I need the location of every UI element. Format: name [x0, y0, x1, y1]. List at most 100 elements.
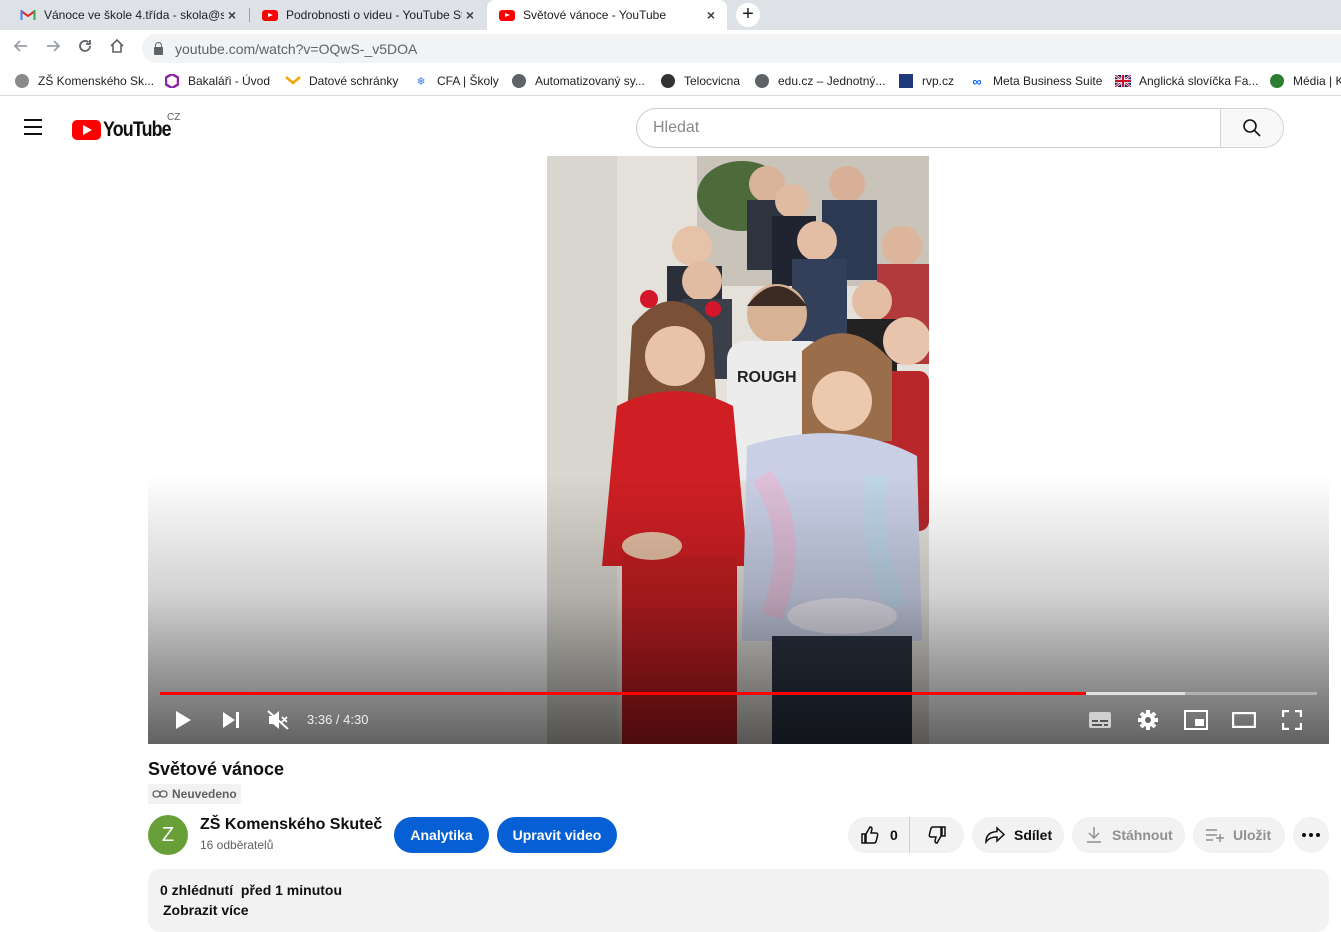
leaf-icon [1269, 73, 1285, 89]
address-bar[interactable]: youtube.com/watch?v=OQwS-_v5DOA [142, 34, 1341, 63]
visibility-label: Neuvedeno [172, 787, 237, 801]
youtube-logo[interactable]: YouTube CZ [72, 112, 183, 142]
miniplayer-icon [1184, 710, 1208, 730]
gmail-icon [20, 7, 36, 23]
bookmark-item[interactable]: Telocvicna [660, 72, 740, 90]
bookmark-item[interactable]: Média | K [1269, 72, 1341, 90]
save-label: Uložit [1233, 827, 1272, 843]
bookmark-label: Média | K [1293, 74, 1341, 88]
home-button[interactable] [104, 36, 130, 62]
close-tab-icon[interactable]: × [703, 7, 719, 23]
reload-button[interactable] [72, 36, 98, 62]
svg-text:ROUGH: ROUGH [737, 369, 797, 386]
search-icon [1243, 119, 1261, 137]
share-button[interactable]: Sdílet [972, 817, 1064, 853]
like-button[interactable]: 0 [848, 817, 910, 853]
more-actions-button[interactable] [1293, 817, 1329, 853]
publish-date: před 1 minutou [240, 882, 343, 898]
globe-icon [511, 73, 527, 89]
tab-title: Světové vánoce - YouTube [523, 8, 666, 22]
bookmark-item[interactable]: edu.cz – Jednotný... [754, 72, 885, 90]
skip-next-icon [223, 712, 239, 728]
uk-flag-icon [1115, 73, 1131, 89]
reload-icon [79, 40, 91, 52]
youtube-icon [499, 7, 515, 23]
bookmark-item[interactable]: ❄ CFA | Školy [413, 72, 499, 90]
fullscreen-button[interactable] [1278, 706, 1306, 734]
bookmark-label: ZŠ Komenského Sk... [38, 74, 155, 88]
browser-tab-studio[interactable]: Podrobnosti o videu - YouTube St × [250, 0, 486, 30]
snowflake-icon: ❄ [416, 75, 426, 88]
menu-icon[interactable] [24, 119, 48, 135]
browser-toolbar: youtube.com/watch?v=OQwS-_v5DOA [0, 30, 1341, 67]
lock-icon [154, 41, 163, 55]
dislike-button[interactable] [910, 817, 964, 853]
settings-button[interactable] [1134, 706, 1162, 734]
analytics-button[interactable]: Analytika [394, 817, 489, 853]
video-player[interactable]: ROUGH 3:36 / 4:30 [148, 156, 1329, 744]
forward-button[interactable] [40, 36, 66, 62]
time-display: 3:36 / 4:30 [307, 712, 369, 727]
video-title: Světové vánoce [148, 759, 285, 779]
like-dislike-group: 0 [848, 817, 964, 853]
thumbs-down-icon [928, 826, 946, 844]
bookmark-item[interactable]: ∞ Meta Business Suite [969, 72, 1102, 90]
more-horizontal-icon [1302, 833, 1320, 837]
bookmark-item[interactable]: rvp.cz [898, 72, 954, 90]
gear-icon [1138, 710, 1158, 730]
edit-video-button[interactable]: Upravit video [497, 817, 617, 853]
camera-icon [660, 73, 676, 89]
bookmark-label: Anglická slovíčka Fa... [1139, 74, 1259, 88]
play-button[interactable] [170, 706, 196, 734]
bookmark-label: Telocvicna [684, 74, 741, 88]
close-tab-icon[interactable]: × [224, 7, 240, 23]
bookmarks-bar: ZŠ Komenského Sk... Bakaláři - Úvod Dato… [0, 67, 1341, 96]
save-button[interactable]: Uložit [1193, 817, 1285, 853]
bookmark-label: Bakaláři - Úvod [188, 74, 271, 88]
next-button[interactable] [218, 706, 244, 734]
back-button[interactable] [8, 36, 34, 62]
logo-text: YouTube [103, 118, 172, 141]
tab-title: Vánoce ve škole 4.třída - skola@s [44, 8, 224, 22]
share-label: Sdílet [1014, 827, 1053, 843]
description-box[interactable]: 0 zhlédnutí před 1 minutou Zobrazit více [148, 869, 1329, 932]
channel-avatar[interactable]: Z [148, 815, 188, 855]
bookmark-label: Meta Business Suite [993, 74, 1103, 88]
download-label: Stáhnout [1112, 827, 1173, 843]
download-button[interactable]: Stáhnout [1072, 817, 1185, 853]
meta-icon: ∞ [972, 73, 982, 89]
show-more-link[interactable]: Zobrazit více [163, 902, 249, 918]
bookmark-item[interactable]: Anglická slovíčka Fa... [1115, 72, 1258, 90]
bookmark-label: Automatizovaný sy... [535, 74, 645, 88]
miniplayer-button[interactable] [1182, 706, 1210, 734]
thumbs-up-icon [861, 826, 879, 844]
home-icon [110, 38, 124, 53]
country-code: CZ [167, 112, 181, 123]
search-button[interactable] [1220, 108, 1284, 148]
channel-name[interactable]: ZŠ Komenského Skuteč [200, 816, 382, 834]
download-icon [1087, 827, 1101, 843]
bookmark-item[interactable]: Automatizovaný sy... [511, 72, 645, 90]
progress-bar[interactable] [160, 692, 1317, 695]
browser-tab-gmail[interactable]: Vánoce ve škole 4.třída - skola@s × [8, 0, 248, 30]
close-tab-icon[interactable]: × [462, 7, 478, 23]
search-input[interactable]: Hledat [636, 108, 1220, 148]
bookmark-label: CFA | Školy [437, 74, 499, 88]
like-count: 0 [890, 827, 898, 843]
play-icon [176, 711, 191, 729]
new-tab-button[interactable]: + [736, 3, 760, 27]
theater-mode-button[interactable] [1230, 706, 1258, 734]
visibility-badge: Neuvedeno [148, 784, 241, 804]
theater-mode-icon [1232, 712, 1256, 728]
browser-tab-active[interactable]: Světové vánoce - YouTube × [487, 0, 727, 30]
fullscreen-icon [1282, 710, 1302, 730]
subtitles-button[interactable] [1086, 706, 1114, 734]
bookmark-item[interactable]: Datové schránky [285, 72, 398, 90]
tab-title: Podrobnosti o videu - YouTube St [286, 8, 462, 22]
share-icon [985, 826, 1006, 844]
bookmark-item[interactable]: ZŠ Komenského Sk... [14, 72, 154, 90]
controls-gradient [148, 474, 1329, 744]
bookmark-item[interactable]: Bakaláři - Úvod [164, 72, 270, 90]
mute-button[interactable] [264, 706, 292, 734]
browser-tab-strip: Vánoce ve škole 4.třída - skola@s × Podr… [0, 0, 1341, 30]
